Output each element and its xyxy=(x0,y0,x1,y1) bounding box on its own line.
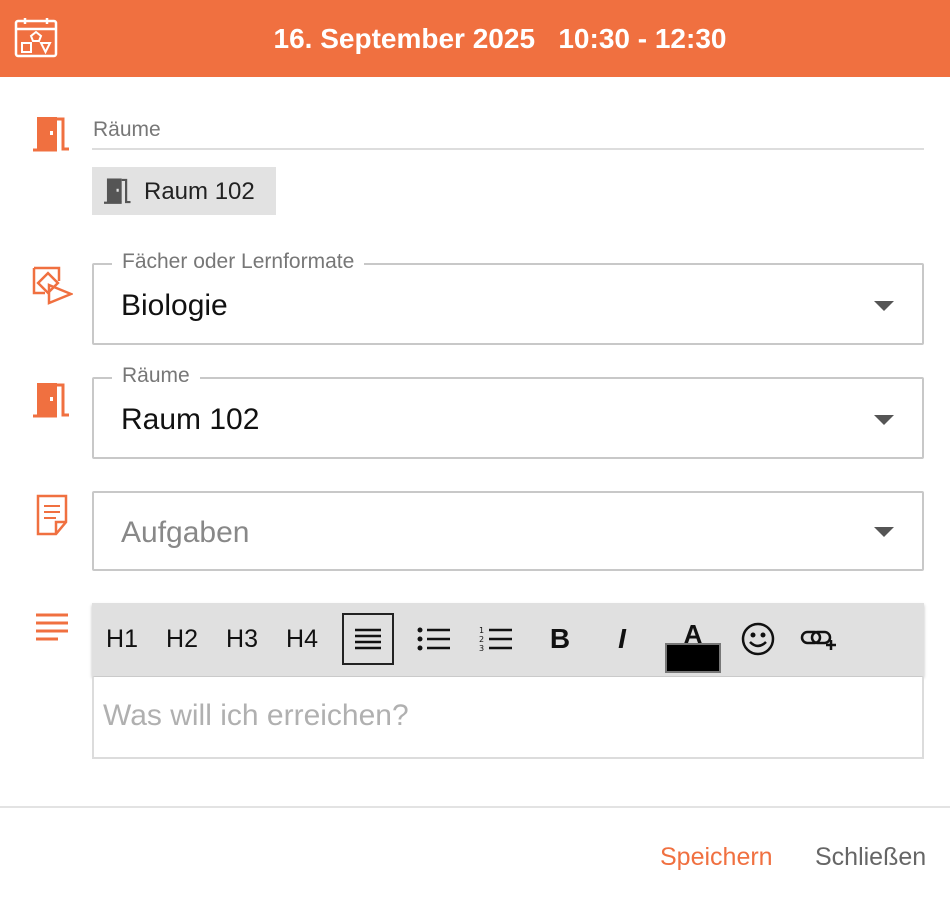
tasks-select[interactable]: Aufgaben xyxy=(92,491,924,571)
subjects-icon xyxy=(32,266,73,305)
door-icon xyxy=(33,383,69,418)
footer-divider xyxy=(0,806,950,808)
chevron-down-icon[interactable] xyxy=(874,301,894,311)
room-select-value: Raum 102 xyxy=(121,403,260,436)
link-add-icon xyxy=(800,630,836,650)
emoji-button[interactable] xyxy=(736,613,780,665)
italic-button[interactable]: I xyxy=(600,613,644,665)
dialog-header: 16. September 2025 10:30 - 12:30 xyxy=(0,0,950,77)
smiley-icon xyxy=(741,622,775,656)
bold-button[interactable]: B xyxy=(538,613,582,665)
editor-placeholder: Was will ich erreichen? xyxy=(103,699,409,732)
subject-select[interactable]: Fächer oder Lernformate Biologie xyxy=(92,248,924,345)
heading4-button[interactable]: H4 xyxy=(278,613,326,665)
text-lines-icon xyxy=(36,613,68,641)
room-chip-label: Raum 102 xyxy=(144,178,255,205)
close-button[interactable]: Schließen xyxy=(815,843,926,872)
goal-text-editor[interactable]: Was will ich erreichen? xyxy=(92,677,924,759)
chevron-down-icon[interactable] xyxy=(874,527,894,537)
heading1-button[interactable]: H1 xyxy=(98,613,146,665)
door-icon xyxy=(33,117,69,152)
room-chip[interactable]: Raum 102 xyxy=(92,167,276,215)
align-justify-button[interactable] xyxy=(342,613,394,665)
rooms-label: Räume xyxy=(93,118,161,141)
font-color-button[interactable]: A xyxy=(664,605,722,675)
dialog-title: 16. September 2025 10:30 - 12:30 xyxy=(273,23,727,54)
svg-text:3: 3 xyxy=(479,644,484,653)
editor-toolbar: H1 H2 H3 H4 1 2 3 B I A xyxy=(92,603,924,676)
heading2-button[interactable]: H2 xyxy=(158,613,206,665)
svg-text:1: 1 xyxy=(479,626,484,635)
align-justify-icon xyxy=(355,628,381,650)
numbered-list-button[interactable]: 1 2 3 xyxy=(472,613,520,665)
subject-select-label: Fächer oder Lernformate xyxy=(112,248,365,276)
heading3-button[interactable]: H3 xyxy=(218,613,266,665)
document-icon xyxy=(36,494,68,536)
svg-text:2: 2 xyxy=(479,635,484,644)
numbered-list-icon: 1 2 3 xyxy=(479,626,512,653)
room-select-label: Räume xyxy=(112,362,200,390)
bullet-list-icon xyxy=(417,627,450,651)
bullet-list-button[interactable] xyxy=(410,613,458,665)
chevron-down-icon[interactable] xyxy=(874,415,894,425)
font-color-swatch xyxy=(665,643,721,673)
rooms-underline xyxy=(92,148,924,150)
tasks-select-placeholder: Aufgaben xyxy=(121,516,250,549)
door-icon xyxy=(104,178,131,204)
subject-select-value: Biologie xyxy=(121,289,228,322)
save-button[interactable]: Speichern xyxy=(660,843,773,872)
room-select[interactable]: Räume Raum 102 xyxy=(92,362,924,459)
insert-link-button[interactable] xyxy=(794,613,844,665)
